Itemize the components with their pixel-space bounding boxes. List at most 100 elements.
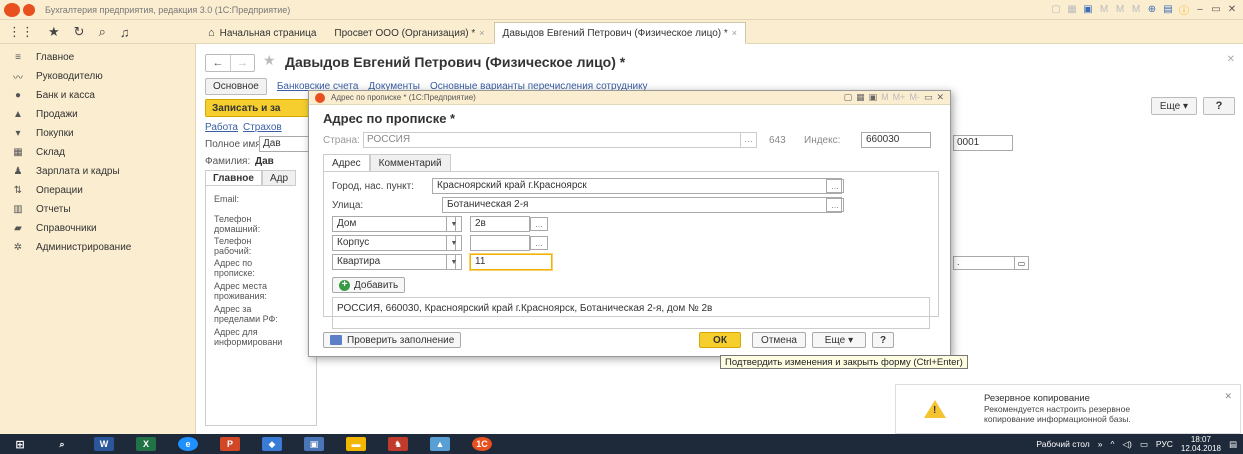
- sidebar-item-sales[interactable]: ▲ Продажи: [0, 105, 195, 124]
- apartment-type-select[interactable]: Квартира: [332, 254, 456, 270]
- favorite-star-icon[interactable]: ★: [263, 52, 276, 69]
- close-icon[interactable]: ✕: [936, 92, 944, 103]
- folder-icon[interactable]: ▬: [346, 437, 366, 451]
- sidebar-item-main[interactable]: ≡ Главное: [0, 48, 195, 67]
- house-type-select[interactable]: Дом: [332, 216, 456, 232]
- field-select-icon[interactable]: ▭: [1014, 257, 1028, 269]
- tab-person[interactable]: Давыдов Евгений Петрович (Физическое лиц…: [493, 22, 747, 44]
- building-type-select[interactable]: Корпус: [332, 235, 456, 251]
- address-field-right[interactable]: . ▭: [953, 256, 1029, 270]
- history-icon[interactable]: ↻: [74, 24, 85, 40]
- back-button[interactable]: ←: [206, 55, 230, 71]
- notifications-icon[interactable]: ▤: [1229, 439, 1237, 450]
- ok-button[interactable]: ОК: [699, 332, 741, 348]
- house-select-icon[interactable]: …: [530, 217, 548, 231]
- cancel-button[interactable]: Отмена: [752, 332, 806, 348]
- info-icon[interactable]: ⓘ: [1177, 2, 1191, 17]
- tray-up-icon[interactable]: ^: [1110, 439, 1114, 449]
- sidebar-item-admin[interactable]: ✲ Администрирование: [0, 238, 195, 257]
- minimize-icon[interactable]: –: [1193, 2, 1207, 16]
- sidebar-item-purchases[interactable]: ▾ Покупки: [0, 124, 195, 143]
- tray-expand-icon[interactable]: »: [1098, 439, 1103, 449]
- memory-plus-icon[interactable]: M: [1113, 2, 1127, 16]
- memory-m-icon[interactable]: M: [1097, 2, 1111, 16]
- calculator-icon[interactable]: ▣: [869, 92, 878, 103]
- tab-close-icon[interactable]: ×: [479, 28, 484, 38]
- tab-main[interactable]: Главное: [205, 170, 262, 186]
- sidebar-item-director[interactable]: 〰 Руководителю: [0, 67, 195, 86]
- form-close-icon[interactable]: ✕: [1227, 54, 1235, 65]
- network-icon[interactable]: ▭: [1140, 439, 1148, 450]
- grid-menu-icon[interactable]: ⋮⋮: [8, 24, 34, 40]
- chevron-down-icon[interactable]: ▼: [446, 216, 462, 232]
- city-field[interactable]: Красноярский край г.Красноярск: [432, 178, 842, 194]
- city-select-icon[interactable]: …: [826, 179, 844, 193]
- search-icon[interactable]: ⌕: [99, 24, 106, 40]
- maximize-icon[interactable]: ▭: [1209, 2, 1223, 16]
- dialog-help-button[interactable]: ?: [872, 332, 894, 348]
- inn-field[interactable]: 0001: [953, 135, 1013, 151]
- close-icon[interactable]: ✕: [1225, 2, 1239, 16]
- backup-notification[interactable]: ! Резервное копирование Рекомендуется на…: [895, 384, 1241, 434]
- house-field[interactable]: 2в: [470, 216, 530, 232]
- chevron-down-icon[interactable]: ▼: [446, 254, 462, 270]
- favorites-star-icon[interactable]: ★: [48, 24, 60, 40]
- memory-plus-icon[interactable]: M+: [893, 92, 906, 103]
- tab-home[interactable]: ⌂ Начальная страница: [199, 22, 325, 44]
- app-menu-icon[interactable]: [23, 3, 35, 16]
- memory-minus-icon[interactable]: M: [1129, 2, 1143, 16]
- sidebar-item-warehouse[interactable]: ▦ Склад: [0, 143, 195, 162]
- sidebar-item-operations[interactable]: ⇅ Операции: [0, 181, 195, 200]
- building-select-icon[interactable]: …: [530, 236, 548, 250]
- more-button[interactable]: Еще ▾: [1150, 97, 1197, 115]
- dialog-more-button[interactable]: Еще ▾: [812, 332, 866, 348]
- link-insurance[interactable]: Страхов: [243, 122, 282, 133]
- notification-close-icon[interactable]: ✕: [1224, 391, 1232, 402]
- forward-button[interactable]: →: [230, 55, 254, 71]
- print-icon[interactable]: ▢: [844, 92, 853, 103]
- language-indicator[interactable]: РУС: [1156, 439, 1173, 449]
- save-disk-icon[interactable]: ▣: [304, 437, 324, 451]
- memory-minus-icon[interactable]: M-: [909, 92, 920, 103]
- 1c-app-icon[interactable]: 1C: [472, 437, 492, 451]
- link-work[interactable]: Работа: [205, 122, 238, 133]
- index-field[interactable]: 660030: [861, 132, 931, 148]
- street-select-icon[interactable]: …: [826, 198, 844, 212]
- window-list-icon[interactable]: ▤: [1161, 2, 1175, 16]
- volume-icon[interactable]: ◁): [1122, 439, 1131, 450]
- powerpoint-icon[interactable]: P: [220, 437, 240, 451]
- check-fill-button[interactable]: Проверить заполнение: [323, 332, 462, 348]
- street-field[interactable]: Ботаническая 2-я: [442, 197, 842, 213]
- app-icon[interactable]: ◆: [262, 437, 282, 451]
- country-select-icon[interactable]: …: [740, 133, 756, 147]
- zoom-icon[interactable]: ⊕: [1145, 2, 1159, 16]
- building-field[interactable]: [470, 235, 530, 251]
- ie-browser-icon[interactable]: e: [178, 437, 198, 451]
- save-button[interactable]: Записать и за: [205, 99, 317, 117]
- apartment-field[interactable]: 11: [470, 254, 552, 270]
- calendar-icon[interactable]: ▦: [1065, 2, 1079, 16]
- tab-addresses[interactable]: Адр: [261, 170, 297, 186]
- add-button[interactable]: + Добавить: [332, 277, 406, 293]
- maximize-icon[interactable]: ▭: [924, 92, 933, 103]
- tab-organization[interactable]: Просвет ООО (Организация) * ×: [325, 22, 493, 44]
- print-icon[interactable]: ▢: [1049, 2, 1063, 16]
- help-button[interactable]: ?: [1203, 97, 1235, 115]
- sidebar-item-reports[interactable]: ▥ Отчеты: [0, 200, 195, 219]
- sidebar-item-salary[interactable]: ♟ Зарплата и кадры: [0, 162, 195, 181]
- word-icon[interactable]: W: [94, 437, 114, 451]
- desktop-label[interactable]: Рабочий стол: [1036, 439, 1089, 449]
- tab-close-icon[interactable]: ×: [732, 28, 737, 38]
- memory-m-icon[interactable]: M: [881, 92, 889, 103]
- sidebar-item-references[interactable]: ▰ Справочники: [0, 219, 195, 238]
- tab-address[interactable]: Адрес: [323, 154, 370, 172]
- graduation-icon[interactable]: ▲: [430, 437, 450, 451]
- nav-main[interactable]: Основное: [205, 78, 267, 95]
- tab-comment[interactable]: Комментарий: [369, 154, 451, 172]
- excel-icon[interactable]: X: [136, 437, 156, 451]
- calendar-icon[interactable]: ▦: [856, 92, 865, 103]
- windows-start-icon[interactable]: ⊞: [10, 437, 30, 451]
- sidebar-item-bank[interactable]: ● Банк и касса: [0, 86, 195, 105]
- app-logo-icon[interactable]: [4, 2, 20, 17]
- fullname-field[interactable]: Дав: [259, 136, 309, 152]
